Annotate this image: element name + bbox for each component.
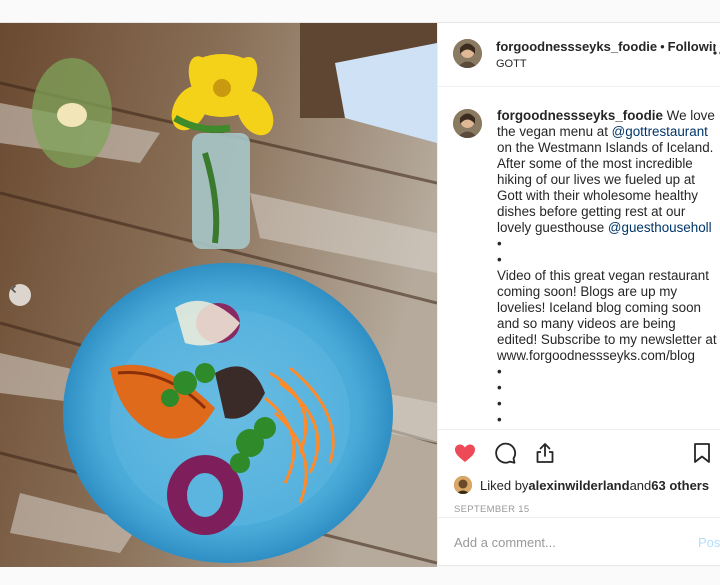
- following-button[interactable]: Following: [668, 39, 716, 54]
- avatar-image: [453, 39, 482, 68]
- post-header: forgoodnessseyks_foodie•Following GOTT: [438, 23, 720, 87]
- comment-icon[interactable]: [493, 441, 517, 465]
- caption-part-4: Video of this great vegan restaurant com…: [497, 268, 717, 363]
- liked-by-prefix: Liked by: [480, 477, 529, 493]
- location-link[interactable]: GOTT: [496, 58, 716, 70]
- header-line: forgoodnessseyks_foodie•Following: [496, 39, 716, 55]
- post-header-text: forgoodnessseyks_foodie•Following GOTT: [496, 39, 716, 70]
- avatar-image: [454, 476, 472, 494]
- caption-avatar[interactable]: [453, 109, 482, 138]
- more-icon[interactable]: [712, 45, 720, 61]
- chevron-left-icon: [10, 284, 17, 294]
- caption-area: forgoodnessseyks_foodie We love the vega…: [438, 87, 720, 427]
- caption-text: forgoodnessseyks_foodie We love the vega…: [497, 108, 719, 427]
- post-comment-button[interactable]: Post: [698, 535, 720, 550]
- caption-bullet: •: [497, 380, 502, 395]
- mention-gottrestaurant[interactable]: @gottrestaurant: [612, 124, 708, 139]
- post-date[interactable]: SEPTEMBER 15: [438, 504, 720, 515]
- separator-dot: •: [660, 39, 665, 54]
- action-icon-row: [438, 430, 720, 470]
- liked-by-user-link[interactable]: alexinwilderland: [528, 478, 629, 493]
- avatar[interactable]: [453, 39, 482, 68]
- caption-bullet: •: [497, 364, 502, 379]
- liked-by-and: and: [629, 477, 652, 493]
- caption-bullet: •: [497, 252, 502, 267]
- post-side-panel: forgoodnessseyks_foodie•Following GOTT f…: [437, 23, 720, 567]
- username-link[interactable]: forgoodnessseyks_foodie: [496, 39, 657, 54]
- liker-avatar[interactable]: [454, 476, 472, 494]
- food-photo-illustration: [0, 23, 437, 567]
- caption-part-3: •: [497, 236, 502, 251]
- carousel-prev-button[interactable]: [9, 284, 31, 306]
- caption-username[interactable]: forgoodnessseyks_foodie: [497, 108, 663, 123]
- add-comment-bar: Add a comment... Post: [438, 517, 720, 567]
- share-icon[interactable]: [533, 441, 557, 465]
- caption-bullet: •: [497, 412, 502, 427]
- caption-bullet: •: [497, 396, 502, 411]
- comment-input[interactable]: Add a comment...: [454, 535, 556, 550]
- heart-icon[interactable]: [453, 441, 477, 465]
- avatar-image: [453, 109, 482, 138]
- instagram-post: forgoodnessseyks_foodie•Following GOTT f…: [0, 22, 720, 567]
- liked-by: Liked by alexinwilderland and 63 others: [438, 476, 720, 494]
- post-actions: Liked by alexinwilderland and 63 others …: [438, 429, 720, 567]
- post-photo[interactable]: [0, 23, 437, 567]
- bookmark-icon[interactable]: [690, 441, 714, 465]
- likes-count-link[interactable]: 63 others: [651, 478, 709, 493]
- mention-guesthouseholl[interactable]: @guesthouseholl: [608, 220, 712, 235]
